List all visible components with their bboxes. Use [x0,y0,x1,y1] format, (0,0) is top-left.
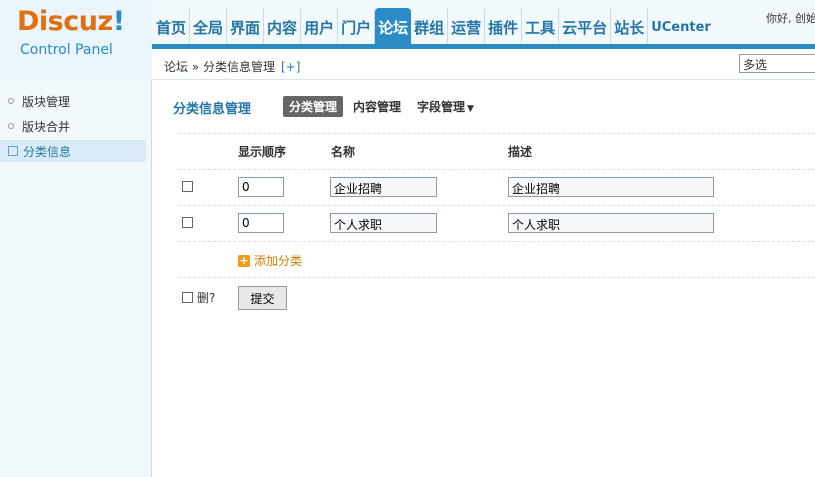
sidebar: 版块管理 版块合并 分类信息 [0,80,152,477]
order-input[interactable]: 0 [238,213,284,233]
sidebar-item-label: 分类信息 [23,144,72,159]
breadcrumb: 论坛 » 分类信息管理 [+] [164,58,300,75]
nav-ucenter[interactable]: UCenter [648,8,714,46]
logo-bang: ! [112,6,125,37]
name-input[interactable]: 企业招聘 [330,177,437,197]
divider [178,277,815,278]
nav-global[interactable]: 全局 [190,8,228,46]
row-select-checkbox[interactable] [182,181,193,192]
breadcrumb-path: 论坛 » 分类信息管理 [164,60,275,74]
breadcrumb-add-shortcut[interactable]: [+] [281,60,300,74]
sidebar-item-label: 版块管理 [22,94,71,109]
nav-home[interactable]: 首页 [153,8,191,46]
nav-content[interactable]: 内容 [264,8,302,46]
nav-cloud[interactable]: 云平台 [559,8,612,46]
dot-icon [8,123,14,129]
greeting-text: 你好, 创始 [766,12,815,25]
row-select-checkbox[interactable] [182,217,193,228]
sub-tabs: 分类管理 内容管理 字段管理 ▼ [283,96,484,117]
caret-down-icon: ▼ [467,104,474,114]
sidebar-item-forum-manage[interactable]: 版块管理 [0,90,146,112]
nav-forum[interactable]: 论坛 [375,8,412,46]
logo-subtitle: Control Panel [20,42,113,58]
sidebar-item-forum-merge[interactable]: 版块合并 [0,115,146,137]
nav-group[interactable]: 群组 [411,8,449,46]
multi-select-dropdown[interactable]: 多选 [739,54,815,73]
nav-user[interactable]: 用户 [301,8,339,46]
nav-webmaster[interactable]: 站长 [611,8,649,46]
page-title: 分类信息管理 [173,102,252,117]
column-header-order: 显示顺序 [238,145,287,159]
add-category-label: 添加分类 [254,254,303,268]
logo[interactable]: Discuz! Control Panel [0,0,152,80]
nav-plugin[interactable]: 插件 [485,8,523,46]
nav-operation[interactable]: 运营 [448,8,486,46]
external-link-icon [8,146,18,156]
main-content: 分类信息管理 分类管理 内容管理 字段管理 ▼ 显示顺序 名称 描述 0 企业招聘… [153,81,815,477]
divider [178,241,815,242]
divider [178,205,815,206]
tab-category-manage[interactable]: 分类管理 [283,96,344,117]
name-input[interactable]: 个人求职 [330,213,437,233]
nav-portal[interactable]: 门户 [338,8,376,46]
tab-field-manage-label: 字段管理 [417,100,466,114]
top-nav: 首页 全局 界面 内容 用户 门户 论坛 群组 运营 插件 工具 云平台 站长 … [153,6,714,46]
dot-icon [8,98,14,104]
divider [178,169,815,170]
desc-input[interactable]: 企业招聘 [508,177,714,197]
sidebar-item-classified-info[interactable]: 分类信息 [0,140,146,162]
divider [178,133,815,134]
delete-label: 删? [197,291,216,305]
sidebar-item-label: 版块合并 [22,119,71,134]
submit-button[interactable]: 提交 [238,286,287,310]
tab-field-manage[interactable]: 字段管理 ▼ [411,96,480,117]
order-input[interactable]: 0 [238,177,284,197]
nav-style[interactable]: 界面 [227,8,265,46]
delete-all-checkbox[interactable] [182,292,193,303]
column-header-name: 名称 [331,145,356,159]
plus-icon: + [238,253,250,267]
breadcrumb-bar: 论坛 » 分类信息管理 [+] 多选 [152,49,815,80]
header: Discuz! Control Panel 首页 全局 界面 内容 用户 门户 … [0,0,815,80]
tab-content-manage[interactable]: 内容管理 [347,96,407,117]
logo-brand: Discuz [17,6,113,37]
add-category-link[interactable]: + 添加分类 [238,252,302,269]
column-header-desc: 描述 [508,145,533,159]
nav-tools[interactable]: 工具 [522,8,560,46]
desc-input[interactable]: 个人求职 [508,213,714,233]
